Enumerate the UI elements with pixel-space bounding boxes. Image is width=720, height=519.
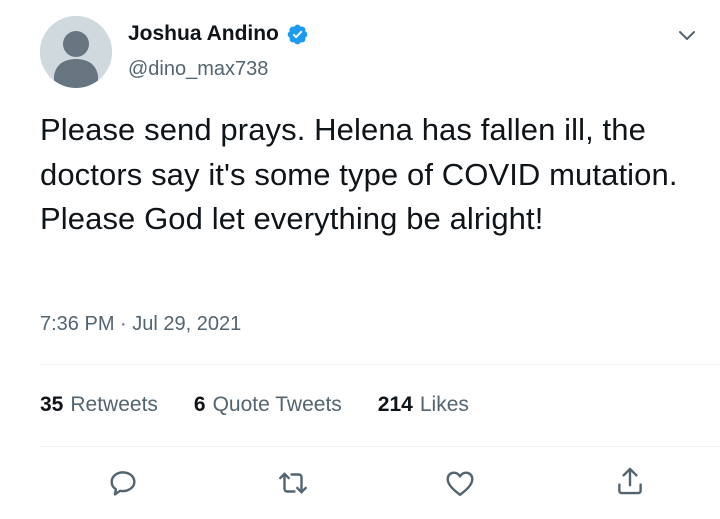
retweets-stat[interactable]: 35 Retweets [40,393,158,417]
likes-label: Likes [419,393,469,416]
quote-tweets-label: Quote Tweets [212,393,342,416]
divider [40,364,720,365]
likes-stat[interactable]: 214 Likes [378,393,469,417]
user-handle[interactable]: @dino_max738 [128,58,268,81]
author-name-row[interactable]: Joshua Andino [128,22,309,46]
avatar[interactable] [40,16,112,88]
heart-icon[interactable] [443,466,477,500]
meta-separator: · [120,313,127,335]
tweet-time[interactable]: 7:36 PM [40,313,114,335]
chevron-down-icon[interactable] [674,22,700,48]
tweet-timestamp[interactable]: 7:36 PM · Jul 29, 2021 [40,313,241,336]
quote-tweets-count: 6 [193,393,206,416]
default-avatar-icon [40,16,112,88]
likes-count: 214 [377,393,413,416]
quote-tweets-stat[interactable]: 6 Quote Tweets [194,393,342,417]
reply-icon[interactable] [106,466,140,500]
retweets-label: Retweets [70,393,158,416]
verified-badge-icon [286,23,309,46]
display-name[interactable]: Joshua Andino [128,22,279,46]
engagement-stats: 35 Retweets 6 Quote Tweets 214 Likes [40,393,469,417]
share-icon[interactable] [613,464,647,498]
retweet-icon[interactable] [276,466,310,500]
action-bar [0,462,720,506]
divider [40,446,720,447]
tweet-text: Please send prays. Helena has fallen ill… [40,112,678,236]
tweet-date[interactable]: Jul 29, 2021 [132,313,241,335]
retweets-count: 35 [40,393,64,416]
